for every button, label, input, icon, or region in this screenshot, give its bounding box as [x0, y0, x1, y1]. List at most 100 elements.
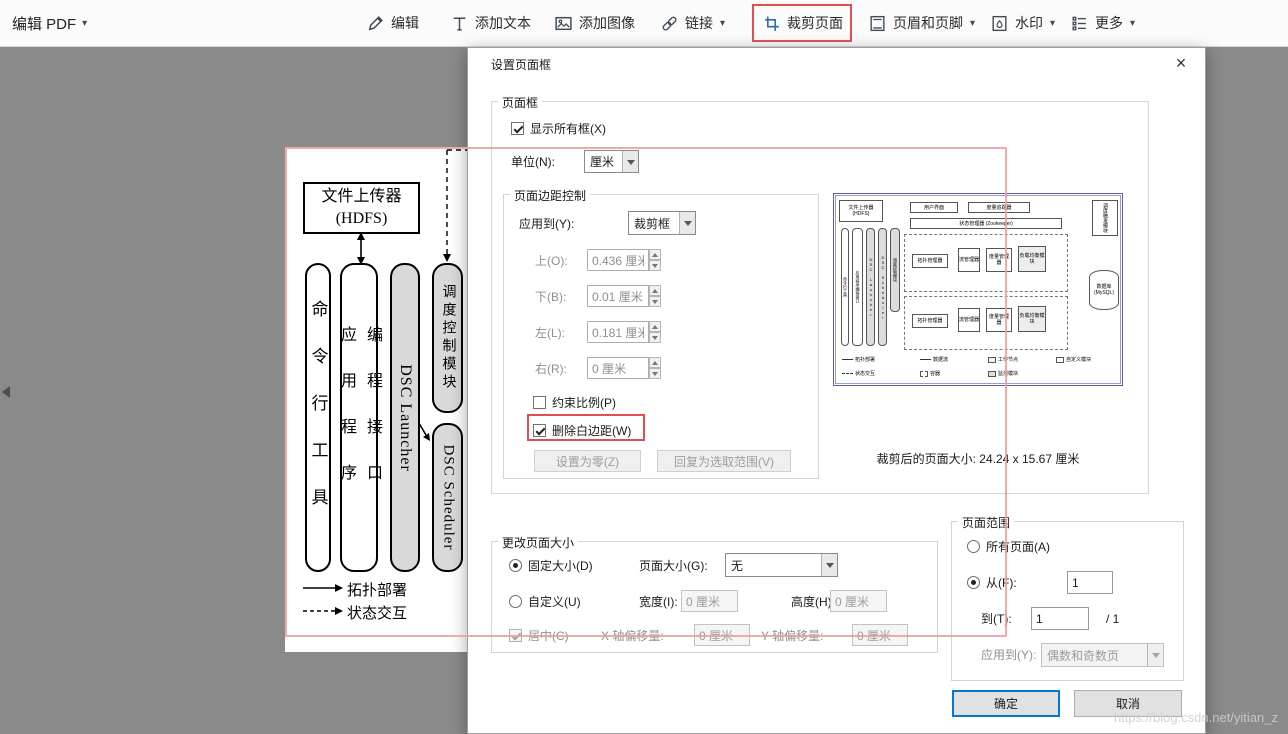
node-label: 负载均衡模块 [1019, 253, 1045, 265]
pill-label: DSC Launcher [869, 257, 873, 317]
page-size-label: 页面大小(G): [639, 559, 708, 573]
toolbar-item-label: 链接 [685, 13, 713, 33]
radio-label: 从(F): [986, 574, 1017, 591]
pill-label: DSC Scheduler [439, 445, 456, 551]
units-combobox[interactable]: 厘米 [584, 150, 639, 173]
preview-node-flow-manager: 流管理器 [958, 248, 980, 272]
pill-label: 应用程序编程接口 [856, 271, 860, 303]
node-label: 状态管理器 (Zookeeper) [959, 221, 1013, 227]
edit-pen-icon [366, 14, 385, 33]
dialog-title: 设置页面框 [491, 56, 551, 73]
diagram-pill-dsc-launcher: DSC Launcher [390, 263, 420, 572]
radio-label: 自定义(U) [528, 593, 581, 610]
chevron-down-icon [821, 554, 837, 576]
toolbar-item-add-text[interactable]: 添加文本 [450, 0, 531, 46]
set-page-boxes-dialog: 设置页面框 × 页面框 显示所有框(X) 单位(N): 厘米 页面边距控制 应用… [467, 47, 1206, 734]
margin-right-label: 右(R): [535, 362, 567, 376]
custom-size-radio[interactable]: 自定义(U) [509, 591, 581, 611]
preview-node-metric-manager: 度量管理器 [986, 308, 1012, 332]
edit-pdf-menu[interactable]: 编辑 PDF ▾ [12, 0, 87, 46]
to-page-input[interactable] [1031, 607, 1089, 630]
spinner-up-icon [649, 249, 661, 260]
width-label: 宽度(I): [639, 595, 678, 609]
preview-node-hdfs: 文件上传器 (HDFS) [839, 200, 883, 222]
toolbar-item-more[interactable]: 更多 ▾ [1070, 0, 1135, 46]
preview-node-load-balancer: 负载均衡模块 [1018, 246, 1046, 272]
chevron-down-icon [679, 212, 695, 234]
toolbar-item-label: 添加图像 [579, 13, 635, 33]
add-text-icon [450, 14, 469, 33]
spinner-down-icon [649, 260, 661, 271]
app-window: 编辑 PDF ▾ 编辑 添加文本 添加图像 [0, 0, 1288, 734]
margin-left-input [587, 321, 649, 343]
margin-top-input [587, 249, 649, 271]
x-offset-label: X 轴偏移量: [601, 629, 664, 643]
node-label: 负载均衡模块 [1019, 313, 1045, 325]
legend-label: 状态交互 [855, 370, 875, 377]
ok-button[interactable]: 确定 [952, 690, 1060, 717]
margin-bottom-label: 下(B): [535, 290, 566, 304]
preview-pill-sched-ctrl: 调度控制模块 [890, 228, 900, 312]
node-label: 用户界面 [924, 205, 944, 211]
diagram-pill-dsc-scheduler: DSC Scheduler [432, 423, 463, 572]
checkbox-icon [511, 122, 524, 135]
close-icon[interactable]: × [1169, 53, 1193, 75]
apply-to-combobox[interactable]: 裁剪框 [628, 211, 696, 235]
spinner-up-icon [649, 321, 661, 332]
chevron-down-icon: ▾ [82, 18, 87, 29]
preview-legend-item: 数据流 [920, 356, 948, 363]
constrain-proportions-checkbox[interactable]: 约束比例(P) [533, 392, 616, 412]
preview-legend-item: 拓扑部署 [842, 356, 875, 363]
legend-label: 工作节点 [998, 356, 1018, 363]
remove-white-margins-checkbox[interactable]: 删除白边距(W) [533, 420, 631, 440]
checkbox-label: 删除白边距(W) [552, 422, 631, 439]
preview-pill-api: 应用程序编程接口 [852, 228, 863, 346]
node-label: (HDFS) [336, 208, 388, 230]
toolbar-item-label: 裁剪页面 [787, 13, 843, 33]
toolbar: 编辑 PDF ▾ 编辑 添加文本 添加图像 [0, 0, 1288, 47]
y-offset-label: Y 轴偏移量: [761, 629, 823, 643]
diagram-pill-cli: 命令行工具 [305, 263, 331, 572]
legend-label: 容器 [930, 370, 940, 377]
header-footer-icon [868, 14, 887, 33]
watermark-icon [990, 14, 1009, 33]
group-label: 页面边距控制 [510, 187, 590, 204]
show-all-boxes-checkbox[interactable]: 显示所有框(X) [511, 118, 606, 138]
node-label: (HDFS) [853, 211, 870, 217]
button-label: 回复为选取范围(V) [674, 453, 774, 470]
toolbar-item-edit[interactable]: 编辑 [366, 0, 419, 46]
units-label: 单位(N): [511, 155, 555, 169]
sidebar-collapse-button[interactable] [0, 378, 12, 406]
width-input [681, 590, 738, 612]
pill-label: 调度控制模块 [438, 284, 458, 392]
button-label: 确定 [994, 695, 1018, 712]
group-label: 更改页面大小 [498, 534, 578, 551]
node-label: (MySQL) [1094, 290, 1114, 296]
page-legend-topology: 拓扑部署 [347, 579, 407, 600]
fixed-size-radio[interactable]: 固定大小(D) [509, 555, 593, 575]
toolbar-item-watermark[interactable]: 水印 ▾ [990, 0, 1055, 46]
toolbar-item-crop-pages[interactable]: 裁剪页面 [762, 0, 843, 46]
solid-line-sample [920, 359, 931, 360]
from-page-input[interactable] [1067, 571, 1113, 594]
chevron-down-icon: ▾ [970, 18, 975, 29]
page-size-combobox[interactable]: 无 [725, 553, 838, 577]
white-box-sample [1056, 357, 1064, 363]
from-page-radio[interactable]: 从(F): [967, 572, 1017, 592]
toolbar-item-label: 更多 [1095, 13, 1123, 33]
y-offset-input [852, 624, 908, 646]
group-label: 页面框 [498, 94, 542, 111]
all-pages-radio[interactable]: 所有页面(A) [967, 536, 1050, 556]
checkbox-label: 约束比例(P) [552, 394, 616, 411]
node-label: 流管理器 [959, 257, 979, 263]
toolbar-item-header-footer[interactable]: 页眉和页脚 ▾ [868, 0, 975, 46]
toolbar-item-add-image[interactable]: 添加图像 [554, 0, 635, 46]
height-label: 高度(H): [791, 595, 835, 609]
toolbar-item-link[interactable]: 链接 ▾ [660, 0, 725, 46]
radio-icon [967, 576, 980, 589]
chevron-left-icon [2, 386, 10, 398]
node-label: 度量管理器 [987, 254, 1011, 266]
crop-preview-area: 文件上传器 (HDFS) 命令行工具 应用程序编程接口 DSC Launcher… [827, 139, 1129, 439]
dashed-line-sample [842, 373, 853, 374]
margin-right-input [587, 357, 649, 379]
